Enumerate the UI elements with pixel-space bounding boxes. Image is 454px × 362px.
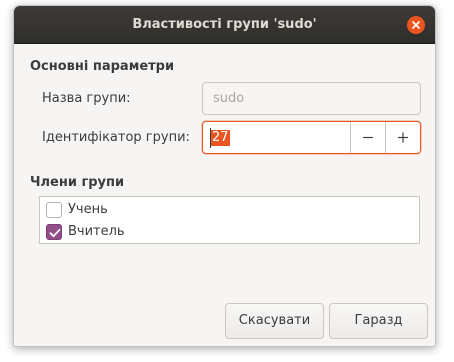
basic-settings-heading: Основні параметри <box>30 59 175 74</box>
window-title: Властивості групи 'sudo' <box>132 17 317 32</box>
group-name-label: Назва групи: <box>42 91 131 106</box>
close-icon <box>412 21 420 29</box>
group-name-field[interactable]: sudo <box>202 82 421 115</box>
title-bar[interactable]: Властивості групи 'sudo' <box>14 6 435 44</box>
increment-button[interactable] <box>385 122 421 153</box>
group-members-heading: Члени групи <box>30 175 125 190</box>
group-id-spinbutton[interactable]: 27 <box>202 121 421 154</box>
group-id-label: Ідентифікатор групи: <box>42 130 190 145</box>
member-row-teacher[interactable]: Вчитель <box>46 222 406 242</box>
member-label: Вчитель <box>68 224 125 239</box>
group-properties-dialog: Властивості групи 'sudo' Основні парамет… <box>13 5 436 347</box>
group-name-value: sudo <box>213 91 245 106</box>
minus-icon <box>363 136 373 139</box>
group-id-value[interactable]: 27 <box>211 130 230 146</box>
checkmark-icon <box>49 228 61 238</box>
decrement-button[interactable] <box>350 122 385 153</box>
close-button[interactable] <box>407 16 425 34</box>
members-list: Учень Вчитель <box>39 196 420 244</box>
member-checkbox-student[interactable] <box>46 202 62 218</box>
member-row-student[interactable]: Учень <box>46 200 406 220</box>
ok-button[interactable]: Гаразд <box>329 303 428 339</box>
member-checkbox-teacher[interactable] <box>46 224 62 240</box>
plus-icon <box>398 132 408 143</box>
cancel-button[interactable]: Скасувати <box>225 303 324 339</box>
member-label: Учень <box>68 202 108 217</box>
